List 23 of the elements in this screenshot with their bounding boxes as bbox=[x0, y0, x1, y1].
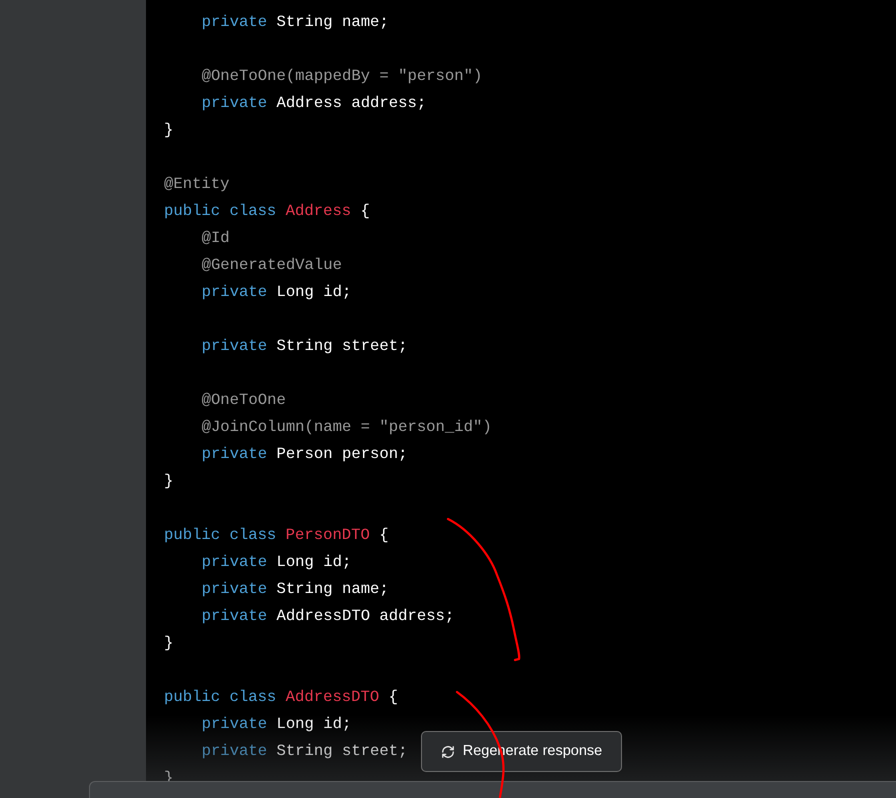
code-line: private Long id; bbox=[202, 552, 352, 573]
code-line: public class PersonDTO { bbox=[164, 524, 389, 546]
code-line: private String name; bbox=[202, 12, 389, 33]
code-line: @JoinColumn(name = "person_id") bbox=[202, 416, 492, 438]
code-line: private Long id; bbox=[202, 282, 352, 303]
code-line: } bbox=[164, 470, 174, 492]
refresh-icon bbox=[440, 744, 455, 758]
code-line: private String name; bbox=[202, 578, 389, 600]
code-line: @GeneratedValue bbox=[202, 254, 342, 276]
code-line: private String street; bbox=[202, 336, 408, 357]
code-line: @OneToOne(mappedBy = "person") bbox=[202, 66, 482, 87]
code-line: public class Address { bbox=[164, 200, 370, 222]
code-line: @Id bbox=[202, 228, 230, 249]
code-line: @OneToOne bbox=[202, 390, 286, 411]
code-line: private Address address; bbox=[202, 92, 426, 114]
code-line: public class AddressDTO { bbox=[164, 686, 398, 708]
code-line: } bbox=[164, 632, 174, 654]
code-line: } bbox=[164, 120, 174, 141]
code-line: private Long id; bbox=[202, 714, 352, 735]
code-line: private AddressDTO address; bbox=[202, 606, 454, 627]
code-line: private String street; bbox=[202, 740, 408, 762]
code-line: private Person person; bbox=[202, 444, 408, 465]
code-line: @Entity bbox=[164, 174, 230, 195]
